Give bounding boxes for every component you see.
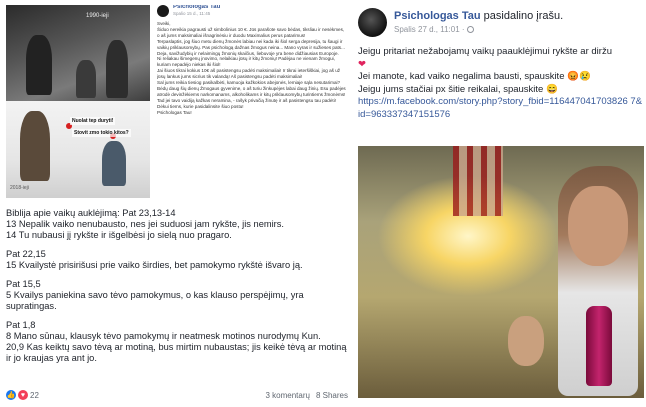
post-photo-collage[interactable]: 1990-ieji 2018-ieji Nuolat tep duryti! S… — [6, 5, 150, 198]
collage-year-stamp: 1990-ieji — [86, 13, 109, 19]
spray-can — [586, 306, 612, 386]
post-timestamp[interactable]: Spalis 27 d., 11:01 · — [394, 25, 465, 34]
love-icon: ♥ — [18, 390, 28, 400]
comments-count-link[interactable]: 3 komentarų — [266, 391, 310, 400]
verse-line: 5 Kvailys paniekina savo tėvo pamokymus,… — [6, 290, 304, 311]
hand — [508, 316, 544, 366]
post-date[interactable]: Spalio 15 d., 11:45 — [173, 11, 220, 17]
adult-figure — [26, 35, 52, 95]
reaction-count: 22 — [30, 390, 39, 400]
post-photo[interactable] — [358, 146, 644, 398]
verse-line: 13 Nepalik vaiko nenubausto, nes jei sud… — [6, 219, 285, 229]
verse-ref: Pat 15,5 — [6, 279, 41, 289]
verse-line: 14 Tu nubausi jį rykšte ir išgelbėsi jo … — [6, 230, 232, 240]
photo-top-bw: 1990-ieji — [6, 5, 150, 101]
embedded-post: Psichologas Tau Spalio 15 d., 11:45 Svei… — [157, 5, 347, 198]
collage-year-stamp-2: 2018-ieji — [10, 185, 29, 191]
post-meta: Spalis 27 d., 11:01 · — [394, 25, 474, 34]
right-post: Psichologas Tau pasidalino įrašu. Spalis… — [354, 0, 646, 407]
story-link[interactable]: https://m.facebook.com/story.php?story_f… — [358, 96, 644, 121]
post-line-1: Jeigu pritariat nežabojamų vaikų paauklė… — [358, 46, 612, 57]
verse-line: 8 Mano sūnau, klausyk tėvo pamokymų ir n… — [6, 331, 321, 341]
collage-caption-2: Stovit zmo tokio kitos? — [72, 129, 131, 137]
adult-figure-2 — [106, 40, 128, 98]
page-avatar[interactable] — [358, 8, 387, 37]
verse-line: 20,9 Kas keiktų savo tėvą ar motiną, bus… — [6, 342, 347, 363]
embedded-post-body: Sveiki, Šiduo nereikia pagrausti už simb… — [157, 21, 346, 115]
heart-icon: ❤ — [358, 58, 366, 70]
child-face — [568, 186, 628, 266]
post-footer: 👍 ♥ 22 3 komentarų 8 Shares — [6, 388, 348, 402]
verse-line: 15 Kvailystė prisirišusi prie vaiko šird… — [6, 260, 303, 270]
bible-title: Biblija apie vaikų auklėjimą: Pat 23,13-… — [6, 208, 176, 218]
post-text: Jeigu pritariat nežabojamų vaikų paauklė… — [358, 46, 644, 121]
kid-figure — [102, 141, 126, 186]
globe-icon — [466, 26, 474, 33]
verse-ref: Pat 1,8 — [6, 320, 36, 330]
page-avatar[interactable] — [157, 5, 169, 17]
bible-quote-text: Biblija apie vaikų auklėjimą: Pat 23,13-… — [6, 208, 348, 372]
post-author-line: Psichologas Tau pasidalino įrašu. — [394, 10, 563, 22]
parent-figure — [20, 111, 50, 181]
post-line-2: Jei manote, kad vaiko negalima bausti, s… — [358, 71, 591, 82]
photo-bottom-color: 2018-ieji — [6, 101, 150, 198]
child-figure — [76, 60, 96, 98]
reactions-summary[interactable]: 👍 ♥ 22 — [6, 390, 39, 400]
post-header: Psichologas Tau pasidalino įrašu. Spalis… — [358, 6, 646, 40]
share-action-text: pasidalino įrašu. — [480, 10, 564, 22]
like-icon: 👍 — [6, 390, 16, 400]
embedded-post-header: Psichologas Tau Spalio 15 d., 11:45 — [157, 5, 347, 17]
background-stripes — [453, 146, 503, 216]
verse-ref: Pat 22,15 — [6, 249, 46, 259]
page-name-link[interactable]: Psichologas Tau — [394, 10, 481, 22]
post-line-3: Jeigu jums stačiai px šitie reikalai, sp… — [358, 83, 558, 95]
left-post: 1990-ieji 2018-ieji Nuolat tep duryti! S… — [0, 0, 350, 407]
collage-caption-1: Nuolat tep duryti! — [70, 117, 116, 125]
shares-count-link[interactable]: 8 Shares — [316, 391, 348, 400]
